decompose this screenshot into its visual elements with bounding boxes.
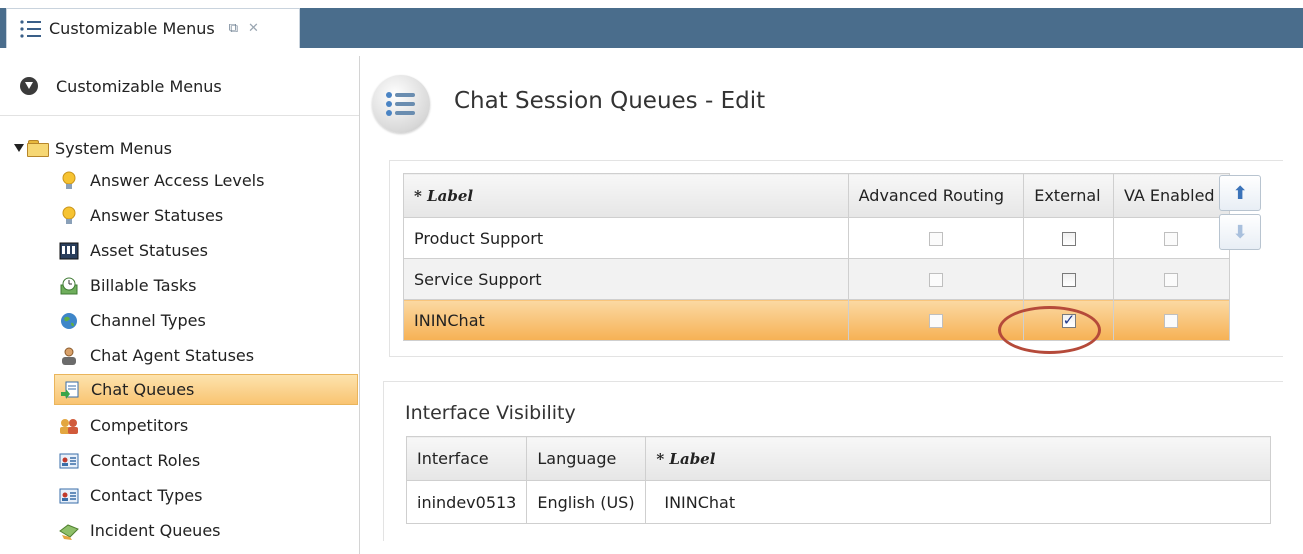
tree-item-label: Channel Types <box>90 311 206 330</box>
tree-item-label: Chat Queues <box>91 380 195 399</box>
tree-item-label: Contact Roles <box>90 451 201 470</box>
visibility-table: Interface Language * Label inindev0513 E… <box>405 436 1271 524</box>
cell-language[interactable]: English (US) <box>526 480 647 524</box>
advanced-routing-checkbox <box>928 314 943 328</box>
close-icon[interactable]: ✕ <box>248 21 259 36</box>
globe-icon <box>58 310 80 332</box>
va-enabled-checkbox <box>1164 314 1179 328</box>
row-label[interactable]: ININChat <box>403 299 849 341</box>
queues-table: * Label Advanced Routing External VA Ena… <box>403 173 1231 341</box>
tree-item-contact-types[interactable]: Contact Types <box>54 480 358 511</box>
column-header-language[interactable]: Language <box>526 436 647 481</box>
advanced-routing-checkbox <box>928 273 943 287</box>
tree-item-label: Incident Queues <box>90 521 221 540</box>
section-title: Interface Visibility <box>405 402 576 424</box>
left-header[interactable]: Customizable Menus <box>20 74 222 98</box>
restore-icon[interactable]: ⧉ <box>229 21 238 36</box>
reorder-buttons: ⬆ ⬇ <box>1219 175 1261 253</box>
column-header-advanced-routing[interactable]: Advanced Routing <box>847 173 1025 218</box>
tree-item-competitors[interactable]: Competitors <box>54 410 358 441</box>
table-row[interactable]: inindev0513 English (US) ININChat <box>405 480 1271 524</box>
tree-item-label: Contact Types <box>90 486 203 505</box>
tab-customizable-menus[interactable]: Customizable Menus ⧉ ✕ <box>6 8 300 48</box>
external-checkbox[interactable] <box>1061 273 1076 287</box>
highlight-ellipse <box>998 306 1101 354</box>
cell-label[interactable]: ININChat <box>645 480 1271 524</box>
column-header-label[interactable]: * Label <box>645 436 1271 481</box>
left-panel: Customizable Menus System Menus Answer A… <box>0 56 360 554</box>
incident-queue-icon <box>58 520 80 542</box>
tree-item-label: Answer Statuses <box>90 206 224 225</box>
va-enabled-checkbox <box>1164 273 1179 287</box>
advanced-routing-checkbox <box>928 232 943 246</box>
tab-title: Customizable Menus <box>49 19 215 38</box>
arrow-up-icon[interactable]: ⬆ <box>1219 175 1261 211</box>
tree-item-incident-queues[interactable]: Incident Queues <box>54 515 358 546</box>
menu-list-icon <box>372 75 430 133</box>
expand-triangle-icon[interactable] <box>14 144 24 152</box>
contact-card-icon <box>58 485 80 507</box>
table-row[interactable]: Product Support <box>403 217 1231 259</box>
tree-item-asset-statuses[interactable]: Asset Statuses <box>54 235 358 266</box>
tree-item-label: Billable Tasks <box>90 276 197 295</box>
external-checkbox[interactable] <box>1061 232 1076 246</box>
arrow-down-icon[interactable]: ⬇ <box>1219 214 1261 250</box>
column-header-external[interactable]: External <box>1023 173 1114 218</box>
tree-item-chat-queues[interactable]: Chat Queues <box>54 374 358 405</box>
person-icon <box>58 345 80 367</box>
queue-icon <box>59 379 81 401</box>
row-label[interactable]: Product Support <box>403 217 849 259</box>
left-header-label: Customizable Menus <box>56 76 222 96</box>
tree-item-label: Competitors <box>90 416 189 435</box>
divider <box>0 115 359 116</box>
table-row-selected[interactable]: ININChat <box>403 299 1231 341</box>
tree-item-billable-tasks[interactable]: Billable Tasks <box>54 270 358 301</box>
page-title: Chat Session Queues - Edit <box>454 88 766 114</box>
tree-item-contact-roles[interactable]: Contact Roles <box>54 445 358 476</box>
row-label[interactable]: Service Support <box>403 258 849 300</box>
list-icon <box>19 19 45 39</box>
lightbulb-icon <box>58 170 80 192</box>
column-header-label[interactable]: * Label <box>403 173 849 218</box>
table-row[interactable]: Service Support <box>403 258 1231 300</box>
tree-item-label: Answer Access Levels <box>90 171 265 190</box>
tree-item-label: Asset Statuses <box>90 241 208 260</box>
clock-icon <box>58 275 80 297</box>
column-header-interface[interactable]: Interface <box>405 436 528 481</box>
column-header-va-enabled[interactable]: VA Enabled <box>1112 173 1231 218</box>
contact-card-icon <box>58 450 80 472</box>
va-enabled-checkbox <box>1164 232 1179 246</box>
tree-item-answer-access-levels[interactable]: Answer Access Levels <box>54 165 358 196</box>
tree-root-system-menus[interactable]: System Menus <box>14 136 172 160</box>
tree-item-channel-types[interactable]: Channel Types <box>54 305 358 336</box>
folder-icon <box>27 140 49 157</box>
tree-root-label: System Menus <box>55 138 173 158</box>
collapse-circle-icon[interactable] <box>20 77 38 95</box>
counter-icon <box>58 240 80 262</box>
group-icon <box>58 415 80 437</box>
tree-item-chat-agent-statuses[interactable]: Chat Agent Statuses <box>54 340 358 371</box>
tree-item-answer-statuses[interactable]: Answer Statuses <box>54 200 358 231</box>
lightbulb-icon <box>58 205 80 227</box>
tree-item-label: Chat Agent Statuses <box>90 346 255 365</box>
cell-interface[interactable]: inindev0513 <box>405 480 528 524</box>
